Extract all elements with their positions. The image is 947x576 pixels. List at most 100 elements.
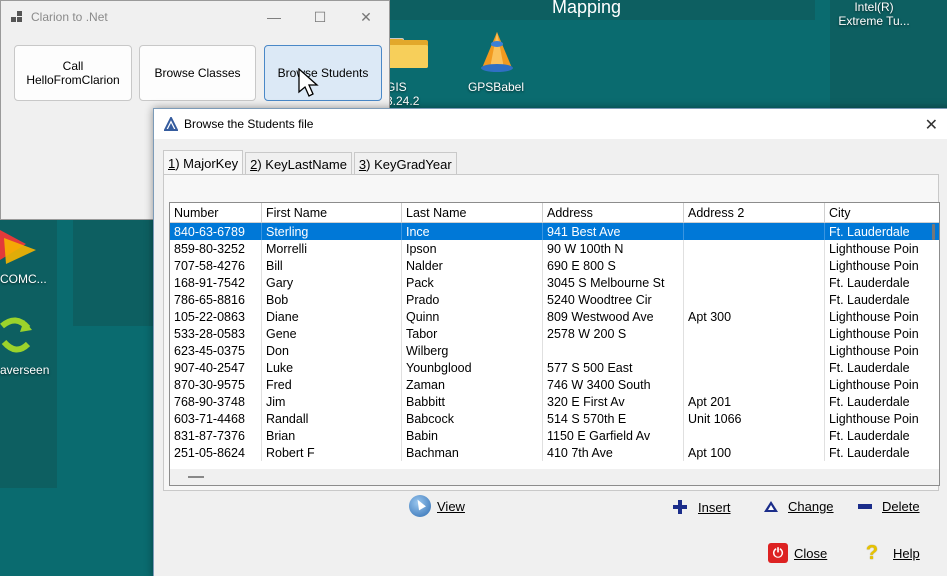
tab-panel: Number First Name Last Name Address Addr… xyxy=(163,174,940,491)
table-cell xyxy=(684,342,825,359)
table-row[interactable]: 768-90-3748 Jim Babbitt 320 E First Av Apt 2… xyxy=(170,393,939,410)
table-cell: 577 S 500 East xyxy=(543,359,684,376)
scroll-thumb-horizontal[interactable] xyxy=(188,476,204,478)
table-cell: 941 Best Ave xyxy=(543,223,684,240)
table-row[interactable]: 533-28-0583 Gene Tabor 2578 W 200 S Lighthou… xyxy=(170,325,939,342)
table-cell: 5240 Woodtree Cir xyxy=(543,291,684,308)
table-cell: Ipson xyxy=(402,240,543,257)
table-cell: 786-65-8816 xyxy=(170,291,262,308)
close-button[interactable]: ⏻ Close xyxy=(768,543,827,563)
table-cell: Diane xyxy=(262,308,402,325)
close-icon[interactable]: ✕ xyxy=(343,1,389,33)
table-cell: Lighthouse Poin xyxy=(829,411,919,426)
delete-button[interactable]: Delete xyxy=(858,499,920,514)
table-row[interactable]: 105-22-0863 Diane Quinn 809 Westwood Ave Apt… xyxy=(170,308,939,325)
table-row[interactable]: 840-63-6789 Sterling Ince 941 Best Ave Ft. L… xyxy=(170,223,939,240)
table-cell: Ft. Lauderdale xyxy=(829,224,910,239)
table-row[interactable]: 168-91-7542 Gary Pack 3045 S Melbourne St Ft… xyxy=(170,274,939,291)
table-cell: 533-28-0583 xyxy=(170,325,262,342)
maximize-icon[interactable]: ☐ xyxy=(297,1,343,33)
table-cell: Babcock xyxy=(402,410,543,427)
call-hello-button[interactable]: Call HelloFromClarion xyxy=(14,45,132,101)
table-cell xyxy=(684,223,825,240)
column-header-city[interactable]: City xyxy=(825,203,919,222)
table-row[interactable]: 907-40-2547 Luke Younbglood 577 S 500 East F… xyxy=(170,359,939,376)
table-row[interactable]: 831-87-7376 Brian Babin 1150 E Garfield Av F… xyxy=(170,427,939,444)
change-button[interactable]: Change xyxy=(764,499,834,514)
gpsbabel-icon[interactable] xyxy=(478,30,516,74)
column-header-address[interactable]: Address xyxy=(543,203,684,222)
table-row[interactable]: 870-30-9575 Fred Zaman 746 W 3400 South Ligh… xyxy=(170,376,939,393)
vertical-scrollbar[interactable] xyxy=(927,224,939,469)
table-cell: 859-80-3252 xyxy=(170,240,262,257)
scroll-thumb[interactable] xyxy=(932,224,935,240)
table-cell: Unit 1066 xyxy=(684,410,825,427)
table-cell: 690 E 800 S xyxy=(543,257,684,274)
tab-keygradyear[interactable]: 3) KeyGradYear xyxy=(353,152,457,176)
desktop-icon-label-averseen[interactable]: averseen xyxy=(0,363,49,377)
recycle-icon[interactable] xyxy=(0,316,32,356)
desktop-icon-label-comc[interactable]: COMC... xyxy=(0,272,48,286)
table-cell: 840-63-6789 xyxy=(170,223,262,240)
table-row[interactable]: 859-80-3252 Morrelli Ipson 90 W 100th N Ligh… xyxy=(170,240,939,257)
table-cell xyxy=(684,427,825,444)
table-row[interactable]: 603-71-4468 Randall Babcock 514 S 570th E Un… xyxy=(170,410,939,427)
folder-icon[interactable] xyxy=(388,36,428,68)
table-cell: 90 W 100th N xyxy=(543,240,684,257)
help-button[interactable]: ? Help xyxy=(863,542,920,564)
table-cell: Gary xyxy=(262,274,402,291)
clarion-window-title: Clarion to .Net xyxy=(31,10,108,24)
desktop-panel-middle xyxy=(73,220,154,326)
browse-students-window: Browse the Students file ✕ 1) MajorKey 2… xyxy=(153,108,947,576)
desktop-icon-label-gpsbabel[interactable]: GPSBabel xyxy=(466,80,526,94)
table-cell: Apt 300 xyxy=(684,308,825,325)
minimize-icon[interactable]: — xyxy=(251,1,297,33)
browse-classes-label: Browse Classes xyxy=(154,66,241,80)
app-icon[interactable] xyxy=(0,226,36,266)
table-cell xyxy=(684,376,825,393)
column-header-first-name[interactable]: First Name xyxy=(262,203,402,222)
view-button[interactable]: View xyxy=(409,495,465,517)
horizontal-scrollbar[interactable] xyxy=(170,469,939,485)
column-header-number[interactable]: Number xyxy=(170,203,262,222)
call-hello-button-label: Call HelloFromClarion xyxy=(26,59,120,87)
key-tabs: 1) MajorKey 2) KeyLastName 3) KeyGradYea… xyxy=(163,150,459,176)
table-cell: Bill xyxy=(262,257,402,274)
table-cell: Morrelli xyxy=(262,240,402,257)
table-cell xyxy=(684,325,825,342)
table-cell: Brian xyxy=(262,427,402,444)
table-row[interactable]: 623-45-0375 Don Wilberg Lighthouse Poin xyxy=(170,342,939,359)
desktop-icon-label-gis[interactable]: GIS 3.24.2 xyxy=(386,80,436,108)
table-cell: 168-91-7542 xyxy=(170,274,262,291)
table-row[interactable]: 707-58-4276 Bill Nalder 690 E 800 S Lighthou… xyxy=(170,257,939,274)
table-cell xyxy=(684,257,825,274)
close-icon[interactable]: ✕ xyxy=(925,115,938,135)
table-cell: Quinn xyxy=(402,308,543,325)
table-cell xyxy=(684,359,825,376)
column-header-address2[interactable]: Address 2 xyxy=(684,203,825,222)
table-cell: Fred xyxy=(262,376,402,393)
tab-majorkey[interactable]: 1) MajorKey xyxy=(163,150,244,176)
table-header: Number First Name Last Name Address Addr… xyxy=(170,203,939,223)
table-cell: Apt 100 xyxy=(684,444,825,461)
tab-keylastname[interactable]: 2) KeyLastName xyxy=(245,152,352,176)
desktop-icon-label-intel[interactable]: Intel(R) Extreme Tu... xyxy=(836,0,912,28)
table-cell xyxy=(684,291,825,308)
table-row[interactable]: 786-65-8816 Bob Prado 5240 Woodtree Cir Ft. … xyxy=(170,291,939,308)
table-cell: Lighthouse Poin xyxy=(829,377,919,392)
insert-button[interactable]: Insert xyxy=(672,499,731,515)
table-cell: Sterling xyxy=(262,223,402,240)
column-header-last-name[interactable]: Last Name xyxy=(402,203,543,222)
table-cell: Pack xyxy=(402,274,543,291)
browse-classes-button[interactable]: Browse Classes xyxy=(139,45,256,101)
table-row[interactable]: 251-05-8624 Robert F Bachman 410 7th Ave Apt… xyxy=(170,444,939,461)
table-cell: 514 S 570th E xyxy=(543,410,684,427)
table-cell: Jim xyxy=(262,393,402,410)
table-body: 840-63-6789 Sterling Ince 941 Best Ave Ft. L… xyxy=(170,223,939,461)
table-cell: 320 E First Av xyxy=(543,393,684,410)
browse-students-button[interactable]: Browse Students xyxy=(264,45,382,101)
students-table[interactable]: Number First Name Last Name Address Addr… xyxy=(169,202,940,486)
table-cell: 707-58-4276 xyxy=(170,257,262,274)
plus-icon xyxy=(672,499,688,515)
browse-titlebar[interactable]: Browse the Students file xyxy=(154,109,947,139)
